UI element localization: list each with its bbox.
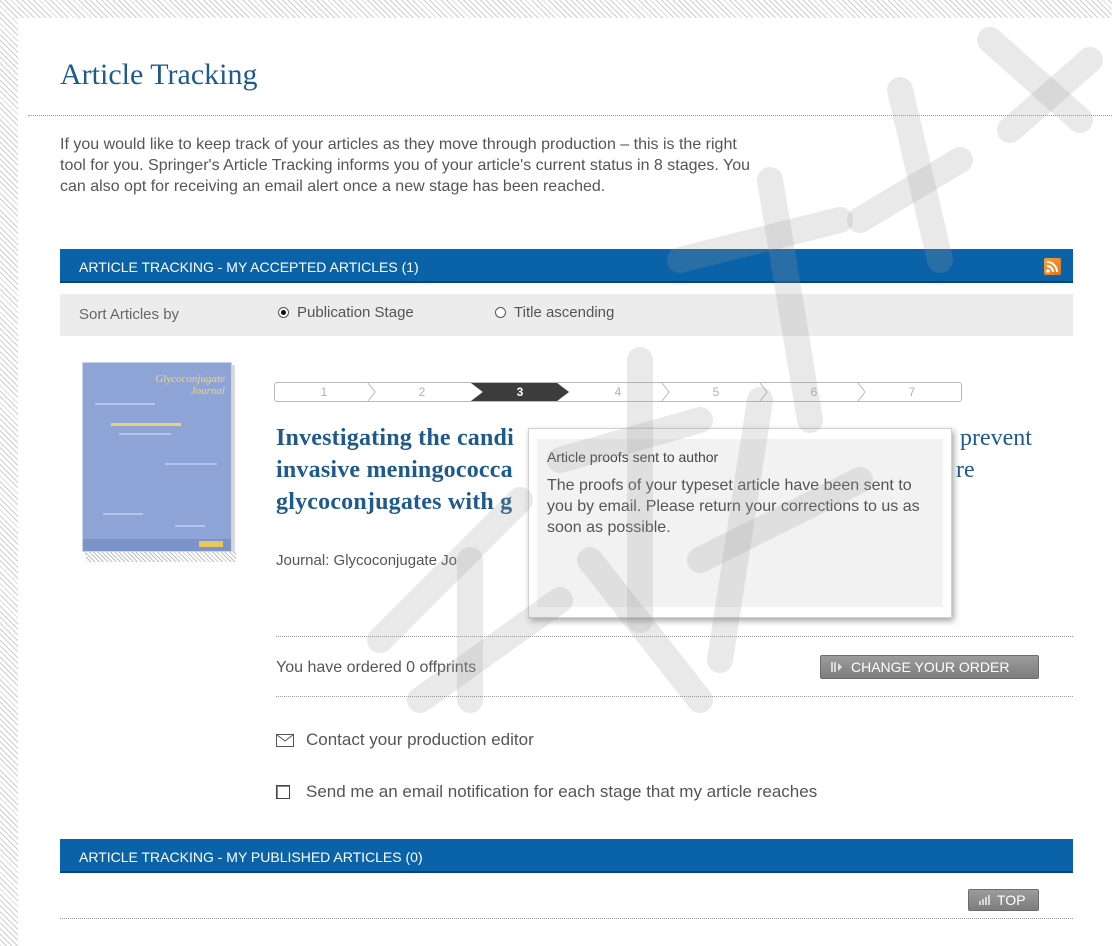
stage-number: 3 [516,385,524,399]
sort-label: Sort Articles by [79,306,180,323]
stage-number: 1 [320,385,328,399]
accepted-articles-title: ARTICLE TRACKING - MY ACCEPTED ARTICLES … [79,259,419,275]
tooltip-content: Article proofs sent to author The proofs… [537,439,943,607]
stage-step-1[interactable]: 1 [275,383,376,401]
tooltip-body: The proofs of your typeset article have … [547,477,920,536]
stage-number: 5 [712,385,720,399]
tooltip-heading: Article proofs sent to author [547,449,719,465]
intro-text: If you would like to keep track of your … [60,134,1000,197]
intro-line: can also opt for receiving an email aler… [60,178,606,195]
published-articles-title: ARTICLE TRACKING - MY PUBLISHED ARTICLES… [79,849,423,865]
stage-step-5[interactable]: 5 [667,383,768,401]
top-hatched-border [0,0,1112,18]
contact-production-editor-link[interactable]: Contact your production editor [276,730,534,750]
offprints-status: You have ordered 0 offprints [276,659,477,676]
email-notification-option[interactable]: Send me an email notification for each s… [276,782,817,802]
grip-icon [979,895,990,905]
journal-name: Journal: Glycoconjugate Jo [276,552,457,569]
cover-decor-line [165,463,217,465]
sort-option-title-ascending[interactable]: Title ascending [495,304,614,321]
journal-cover-image[interactable]: Glycoconjugate Journal [82,362,232,552]
article-title-fragment: prevent [960,425,1032,451]
contact-label: Contact your production editor [306,730,534,749]
cover-decor-band [111,423,181,426]
stage-number: 4 [614,385,622,399]
radio-unselected-icon[interactable] [495,307,506,318]
page-title: Article Tracking [60,58,258,91]
sort-option-label: Title ascending [514,304,615,321]
change-order-button[interactable]: CHANGE YOUR ORDER [820,655,1039,679]
email-notification-checkbox[interactable] [276,785,290,799]
intro-line: If you would like to keep track of your … [60,136,737,153]
cover-decor-line [175,525,205,527]
radio-selected-icon[interactable] [278,307,289,318]
left-hatched-border [0,0,18,946]
cover-decor-line [119,433,171,435]
envelope-icon [276,733,294,747]
email-notification-label: Send me an email notification for each s… [306,782,818,801]
stage-step-6[interactable]: 6 [765,383,866,401]
bottom-divider [60,918,1073,919]
published-articles-header: ARTICLE TRACKING - MY PUBLISHED ARTICLES… [60,839,1073,873]
top-label: TOP [997,892,1026,908]
sort-option-publication-stage[interactable]: Publication Stage [278,304,414,321]
divider [276,696,1073,697]
cover-decor-line [95,403,155,405]
change-order-label: CHANGE YOUR ORDER [851,659,1010,675]
stage-step-3[interactable]: 3 [471,383,569,401]
title-divider [28,115,1112,116]
stage-step-2[interactable]: 2 [373,383,471,401]
stage-number: 6 [810,385,818,399]
sort-bar: Sort Articles by Publication Stage Title… [60,294,1073,336]
stage-step-4[interactable]: 4 [569,383,670,401]
stage-step-7[interactable]: 7 [863,383,961,401]
cover-title: Glycoconjugate Journal [155,373,225,397]
grip-icon [831,662,842,672]
divider [276,636,1073,637]
cover-hatched-shadow [86,552,236,562]
article-title-fragment: re [956,457,975,483]
cover-decor-line [103,513,143,515]
back-to-top-button[interactable]: TOP [968,889,1039,911]
cover-footer [83,539,231,551]
stage-number: 2 [418,385,426,399]
sort-option-label: Publication Stage [297,304,414,321]
accepted-articles-header: ARTICLE TRACKING - MY ACCEPTED ARTICLES … [60,249,1073,283]
rss-feed-icon[interactable] [1044,258,1061,275]
stage-number: 7 [908,385,916,399]
intro-line: tool for you. Springer's Article Trackin… [60,157,750,174]
stage-progress-bar: 1 2 3 4 5 6 7 [274,382,962,402]
stage-tooltip: Article proofs sent to author The proofs… [528,428,952,618]
